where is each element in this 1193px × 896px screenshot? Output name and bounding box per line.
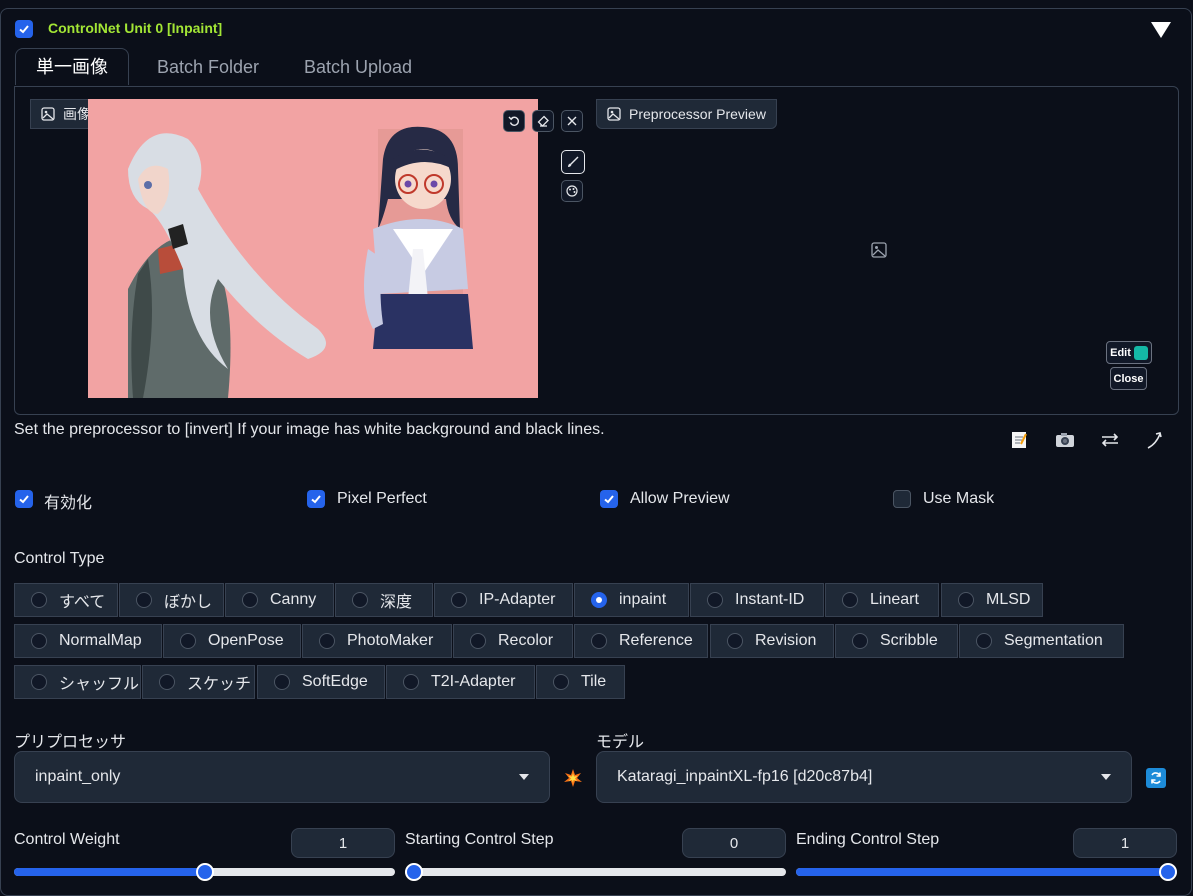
starting-step-slider[interactable] bbox=[405, 863, 786, 881]
use-mask-checkbox[interactable] bbox=[893, 490, 911, 508]
control-type-heading: Control Type bbox=[14, 550, 105, 567]
control-type-lineart[interactable]: Lineart bbox=[825, 583, 939, 617]
ending-step-label: Ending Control Step bbox=[796, 831, 940, 848]
ending-step-slider[interactable] bbox=[796, 863, 1177, 881]
notepad-icon[interactable] bbox=[1009, 430, 1029, 455]
control-type-instant-id[interactable]: Instant-ID bbox=[690, 583, 824, 617]
collapse-toggle-icon[interactable] bbox=[1151, 22, 1171, 38]
control-type-mlsd[interactable]: MLSD bbox=[941, 583, 1043, 617]
chevron-down-icon bbox=[1101, 774, 1111, 780]
control-weight-fill bbox=[14, 868, 205, 876]
preprocessor-hint: Set the preprocessor to [invert] If your… bbox=[14, 421, 605, 438]
control-type-tile[interactable]: Tile bbox=[536, 665, 625, 699]
image-icon bbox=[41, 107, 55, 121]
control-type-scribble[interactable]: Scribble bbox=[835, 624, 958, 658]
pixel-perfect-checkbox[interactable] bbox=[307, 490, 325, 508]
photopea-icon bbox=[1133, 345, 1148, 360]
starting-step-input[interactable]: 0 bbox=[682, 828, 786, 858]
tab-single-image[interactable]: 単一画像 bbox=[15, 48, 129, 85]
eraser-icon[interactable] bbox=[532, 110, 554, 132]
starting-step-thumb[interactable] bbox=[405, 863, 423, 881]
uploaded-image[interactable] bbox=[88, 99, 538, 398]
control-type-segmentation[interactable]: Segmentation bbox=[959, 624, 1124, 658]
brush-icon[interactable] bbox=[561, 150, 585, 174]
preprocessor-label: プリプロセッサ bbox=[14, 734, 127, 751]
pixel-perfect-label: Pixel Perfect bbox=[337, 490, 427, 507]
ending-step-fill bbox=[796, 868, 1177, 876]
ending-step-input[interactable]: 1 bbox=[1073, 828, 1177, 858]
model-label: モデル bbox=[596, 734, 645, 751]
control-weight-thumb[interactable] bbox=[196, 863, 214, 881]
control-type-recolor[interactable]: Recolor bbox=[453, 624, 573, 658]
control-type-ip-adapter[interactable]: IP-Adapter bbox=[434, 583, 573, 617]
image-label-text: 画像 bbox=[63, 106, 91, 122]
chevron-down-icon bbox=[519, 774, 529, 780]
allow-preview-label: Allow Preview bbox=[630, 490, 730, 507]
control-type-photomaker[interactable]: PhotoMaker bbox=[302, 624, 452, 658]
refresh-models-icon[interactable] bbox=[1146, 768, 1166, 788]
empty-image-placeholder-icon bbox=[871, 242, 887, 263]
enable-checkbox[interactable] bbox=[15, 490, 33, 508]
model-value: Kataragi_inpaintXL-fp16 [d20c87b4] bbox=[617, 768, 873, 785]
control-type-revision[interactable]: Revision bbox=[710, 624, 834, 658]
undo-icon[interactable] bbox=[503, 110, 525, 132]
color-palette-icon[interactable] bbox=[561, 180, 583, 202]
enable-label: 有効化 bbox=[44, 495, 93, 512]
control-type-all[interactable]: すべて bbox=[14, 583, 118, 617]
send-dimensions-icon[interactable] bbox=[1146, 430, 1164, 455]
camera-icon[interactable] bbox=[1054, 430, 1076, 455]
tab-batch-upload[interactable]: Batch Upload bbox=[304, 57, 412, 78]
control-type-depth[interactable]: 深度 bbox=[335, 583, 433, 617]
close-button[interactable]: Close bbox=[1110, 367, 1147, 390]
control-type-canny[interactable]: Canny bbox=[225, 583, 334, 617]
edit-button-label: Edit bbox=[1110, 346, 1131, 359]
control-type-blur[interactable]: ぼかし bbox=[119, 583, 224, 617]
unit-title: ControlNet Unit 0 [Inpaint] bbox=[48, 20, 223, 36]
preprocessor-preview-label: Preprocessor Preview bbox=[596, 99, 777, 129]
run-preprocessor-icon[interactable] bbox=[563, 768, 583, 793]
model-select[interactable]: Kataragi_inpaintXL-fp16 [d20c87b4] bbox=[596, 751, 1132, 803]
control-type-shuffle[interactable]: シャッフル bbox=[14, 665, 141, 699]
ending-step-thumb[interactable] bbox=[1159, 863, 1177, 881]
control-type-t2i-adapter[interactable]: T2I-Adapter bbox=[386, 665, 535, 699]
control-type-reference[interactable]: Reference bbox=[574, 624, 708, 658]
control-type-inpaint[interactable]: inpaint bbox=[574, 583, 689, 617]
control-weight-label: Control Weight bbox=[14, 831, 120, 848]
edit-button[interactable]: Edit bbox=[1106, 341, 1152, 364]
image-icon bbox=[607, 107, 621, 121]
use-mask-label: Use Mask bbox=[923, 490, 995, 507]
preview-label-text: Preprocessor Preview bbox=[629, 106, 766, 122]
preprocessor-value: inpaint_only bbox=[35, 768, 121, 785]
control-type-openpose[interactable]: OpenPose bbox=[163, 624, 301, 658]
clear-close-icon[interactable] bbox=[561, 110, 583, 132]
control-type-sketch[interactable]: スケッチ bbox=[142, 665, 255, 699]
tab-batch-folder[interactable]: Batch Folder bbox=[157, 57, 259, 78]
preprocessor-select[interactable]: inpaint_only bbox=[14, 751, 550, 803]
allow-preview-checkbox[interactable] bbox=[600, 490, 618, 508]
starting-step-label: Starting Control Step bbox=[405, 831, 554, 848]
control-type-normalmap[interactable]: NormalMap bbox=[14, 624, 162, 658]
control-weight-slider[interactable] bbox=[14, 863, 395, 881]
control-type-softedge[interactable]: SoftEdge bbox=[257, 665, 385, 699]
control-weight-input[interactable]: 1 bbox=[291, 828, 395, 858]
swap-arrows-icon[interactable] bbox=[1100, 432, 1120, 453]
unit-enable-checkbox[interactable] bbox=[15, 20, 33, 38]
